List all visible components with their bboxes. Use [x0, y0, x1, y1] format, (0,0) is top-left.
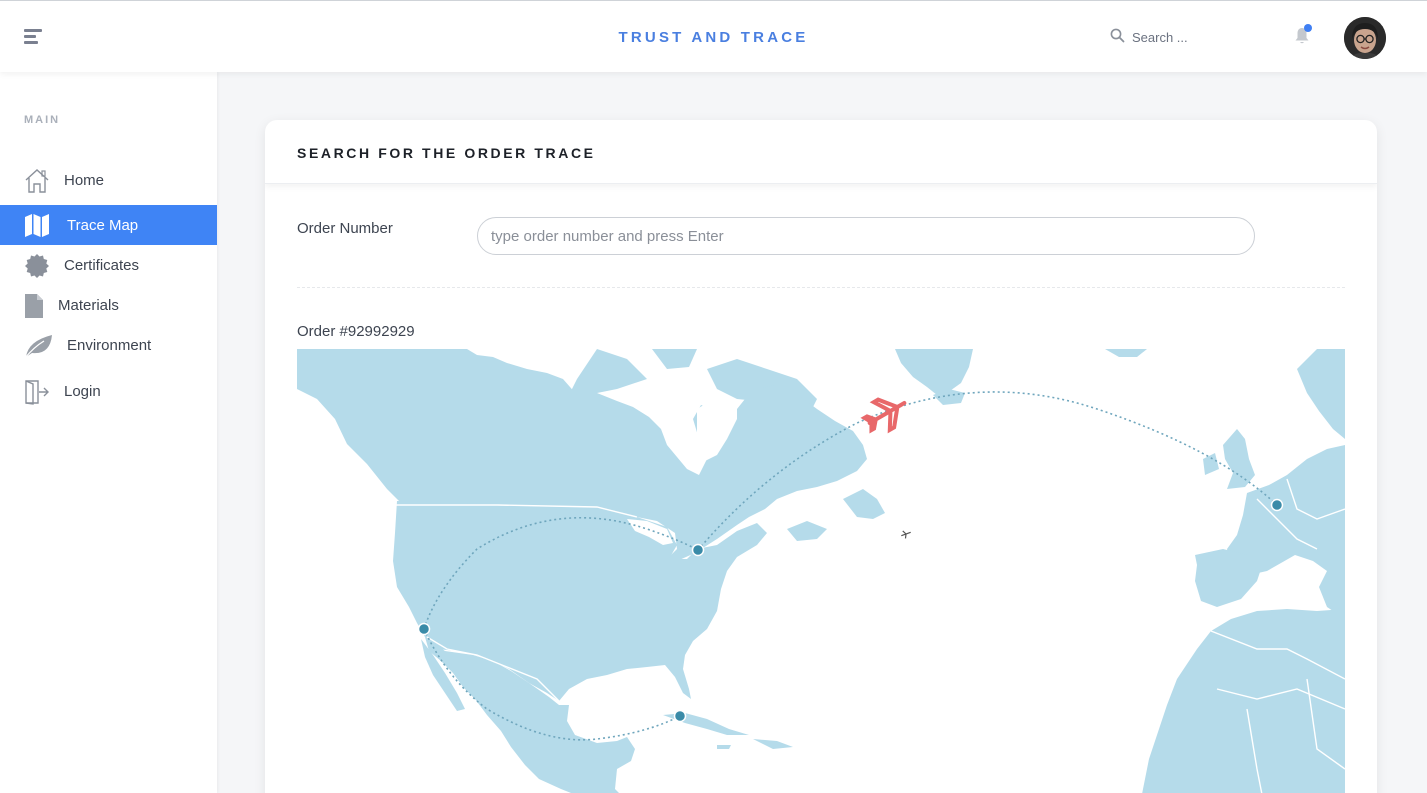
- land-uk: [1223, 429, 1255, 489]
- plane-icon: [860, 397, 907, 434]
- land-scandinavia: [1297, 349, 1345, 439]
- search-icon: [1110, 28, 1125, 43]
- certificate-icon: [25, 254, 49, 278]
- trace-map[interactable]: [297, 349, 1345, 793]
- land-arctic-island: [1105, 349, 1147, 357]
- land-ireland: [1203, 453, 1219, 475]
- land-jamaica: [717, 745, 731, 749]
- order-title: Order #92992929: [297, 323, 415, 340]
- sidebar-item-home[interactable]: Home: [0, 160, 217, 200]
- order-number-label: Order Number: [297, 220, 393, 237]
- sidebar-item-certificates[interactable]: Certificates: [0, 245, 217, 285]
- land-newfoundland: [843, 489, 885, 519]
- sidebar: MAIN Home Trace Map Certificates Materia…: [0, 72, 217, 793]
- sidebar-section-title: MAIN: [24, 114, 61, 126]
- land-hispaniola: [753, 739, 793, 749]
- home-icon: [25, 169, 49, 193]
- sidebar-item-label: Trace Map: [67, 217, 139, 234]
- notification-dot: [1304, 24, 1312, 32]
- sidebar-item-label: Environment: [67, 337, 152, 354]
- order-number-input[interactable]: [477, 217, 1255, 255]
- card-header: SEARCH FOR THE ORDER TRACE: [265, 120, 1377, 184]
- sidebar-item-environment[interactable]: Environment: [0, 325, 217, 365]
- route-marker: [673, 709, 687, 723]
- land-africa: [1142, 609, 1345, 793]
- land-arctic-island-2: [652, 349, 697, 369]
- trace-map-svg: [297, 349, 1345, 793]
- avatar[interactable]: [1344, 17, 1386, 59]
- menu-icon[interactable]: [24, 29, 42, 45]
- sidebar-item-trace-map[interactable]: Trace Map: [0, 205, 217, 245]
- route-marker: [691, 543, 705, 557]
- map-icon: [25, 214, 49, 237]
- order-trace-card: SEARCH FOR THE ORDER TRACE Order Number …: [265, 120, 1377, 793]
- land-greenland: [895, 349, 973, 395]
- user-avatar-icon: [1344, 17, 1386, 59]
- sidebar-item-login[interactable]: Login: [0, 371, 217, 411]
- login-icon: [25, 380, 49, 405]
- leaf-icon: [24, 335, 52, 359]
- sidebar-item-label: Materials: [58, 297, 119, 314]
- notifications-button[interactable]: [1294, 24, 1314, 49]
- header-search[interactable]: [1108, 25, 1268, 49]
- divider: [297, 287, 1345, 288]
- land-nova-scotia: [787, 521, 827, 541]
- small-plane-icon: [901, 530, 911, 539]
- sidebar-item-label: Certificates: [64, 257, 140, 274]
- top-header: TRUST AND TRACE: [0, 0, 1427, 72]
- sidebar-item-label: Home: [64, 172, 105, 189]
- route-marker: [417, 622, 431, 636]
- search-input[interactable]: [1132, 25, 1262, 49]
- route-marker: [1270, 498, 1284, 512]
- sidebar-item-materials[interactable]: Materials: [0, 285, 217, 325]
- sidebar-item-label: Login: [64, 383, 101, 400]
- card-title: SEARCH FOR THE ORDER TRACE: [297, 145, 596, 161]
- document-icon: [25, 294, 43, 318]
